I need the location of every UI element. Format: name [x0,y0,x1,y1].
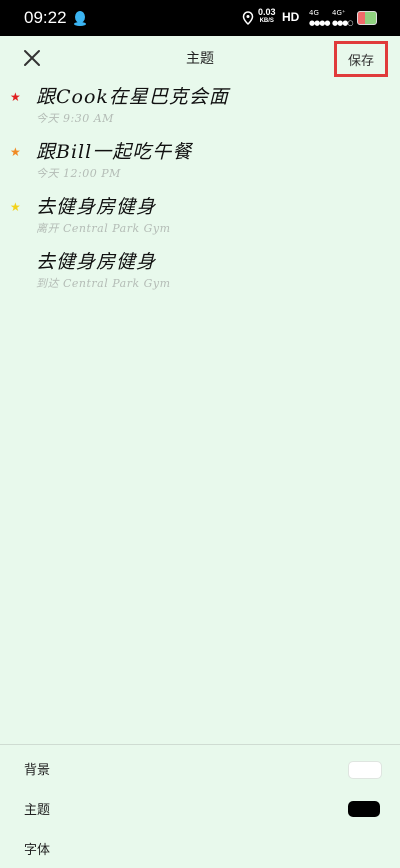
settings-panel: 背景 主题 字体 [0,744,400,868]
item-title: 跟Bill一起吃午餐 [36,141,193,163]
theme-color-swatch[interactable] [348,801,380,817]
font-setting[interactable]: 字体 [0,827,400,867]
item-title: 去健身房健身 [36,196,157,218]
background-label: 背景 [24,763,51,778]
list-item[interactable]: 去健身房健身 到达 Central Park Gym [0,247,400,301]
theme-setting[interactable]: 主题 [0,787,400,827]
location-icon [242,11,254,25]
star-icon: ★ [10,145,21,159]
hd-indicator: HD [282,10,300,24]
signal-icon: 4G ●●●● [309,9,330,27]
font-label: 字体 [24,843,51,858]
save-button[interactable]: 保存 [334,41,388,77]
star-icon: ★ [10,90,21,104]
signal-icon: 4G⁺ ●●●○ [332,9,353,27]
item-subtitle: 今天 9:30 AM [36,112,114,125]
network-speed-unit: KB/S [259,18,274,24]
list-item[interactable]: ★ 跟Bill一起吃午餐 今天 12:00 PM [0,137,400,191]
network-speed: 0.03 KB/S [258,8,276,26]
background-color-swatch[interactable] [348,761,382,779]
item-subtitle: 到达 Central Park Gym [36,277,171,290]
battery-icon [357,11,377,25]
item-subtitle: 离开 Central Park Gym [36,222,171,235]
header: 主题 保存 [0,36,400,80]
item-subtitle: 今天 12:00 PM [36,167,121,180]
star-icon: ★ [10,200,21,214]
list-item[interactable]: ★ 去健身房健身 离开 Central Park Gym [0,192,400,246]
status-bar: 09:22 0.03 KB/S HD 4G ●●●● 4G⁺ ●●●○ [0,0,400,36]
signal-2-label: 4G⁺ [332,9,346,17]
network-speed-value: 0.03 [258,7,276,17]
background-setting[interactable]: 背景 [0,747,400,787]
signal-1-label: 4G [309,9,319,17]
theme-label: 主题 [24,803,51,818]
qq-icon [74,11,86,26]
item-title: 跟Cook在星巴克会面 [36,86,229,108]
status-time: 09:22 [24,8,67,27]
item-title: 去健身房健身 [36,251,157,273]
list-item[interactable]: ★ 跟Cook在星巴克会面 今天 9:30 AM [0,82,400,136]
